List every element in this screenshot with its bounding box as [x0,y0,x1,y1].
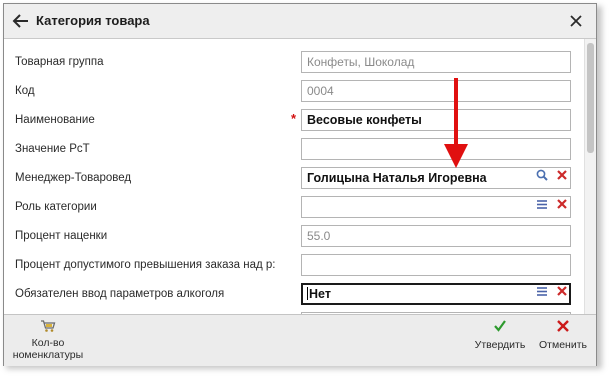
clear-icon[interactable] [556,285,568,297]
vertical-scrollbar[interactable] [584,39,596,314]
alcohol-params-value: Нет [309,287,331,301]
row-order-excess: Процент допустимого превышения заказа на… [4,251,584,280]
cart-icon [41,320,56,332]
cancel-label: Отменить [539,339,587,351]
alcohol-params-select[interactable]: Нет [301,283,571,305]
field-label: Процент наценки [15,230,108,242]
field-label: Наименование [15,114,95,126]
row-alcohol-params: Обязателен ввод параметров алкоголя Нет [4,280,584,309]
order-excess-input[interactable] [301,254,571,276]
row-name: Наименование * Весовые конфеты [4,106,584,135]
field-label: Процент допустимого превышения заказа на… [15,259,276,271]
confirm-label: Утвердить [474,339,526,351]
field-label: Значение РсТ [15,143,90,155]
category-role-input[interactable] [301,196,571,218]
row-product-group: Товарная группа Конфеты, Шоколад [4,48,584,77]
checkmark-icon [494,320,506,332]
footer-toolbar: Кол-во номенклатуры Утвердить Отменить [4,314,596,366]
field-label: Менеджер-Товаровед [15,172,132,184]
close-icon[interactable] [570,15,582,27]
nomenclature-label-line1: Кол-во [31,337,65,349]
row-rst-value: Значение РсТ [4,135,584,164]
row-code: Код 0004 [4,77,584,106]
field-label: Обязателен ввод параметров алкоголя [15,288,225,300]
back-arrow-icon[interactable] [12,13,30,29]
cancel-button[interactable]: Отменить [534,319,592,351]
cross-icon [557,320,569,332]
field-label: Код [15,85,35,97]
title-bar: Категория товара [4,4,596,39]
nomenclature-count-button[interactable]: Кол-во номенклатуры [11,319,85,361]
required-marker: * [291,111,297,126]
confirm-button[interactable]: Утвердить [470,319,530,351]
manager-value: Голицына Наталья Игоревна [307,171,487,185]
clear-icon[interactable] [556,198,568,210]
name-input[interactable]: Весовые конфеты [301,109,571,131]
text-caret [307,287,308,300]
clear-icon[interactable] [556,169,568,181]
field-label: Роль категории [15,201,97,213]
row-manager: Менеджер-Товаровед Голицына Наталья Игор… [4,164,584,193]
form-area: Товарная группа Конфеты, Шоколад Код 000… [4,39,596,314]
manager-input[interactable]: Голицына Наталья Игоревна [301,167,571,189]
row-markup-percent: Процент наценки 55.0 [4,222,584,251]
list-icon[interactable] [536,198,548,210]
field-label: Товарная группа [15,56,104,68]
code-field: 0004 [301,80,571,102]
scrollbar-thumb[interactable] [587,43,594,153]
product-group-field: Конфеты, Шоколад [301,51,571,73]
markup-percent-field: 55.0 [301,225,571,247]
rst-value-input[interactable] [301,138,571,160]
nomenclature-label-line2: номенклатуры [12,349,84,361]
category-dialog: Категория товара Товарная группа Конфеты… [3,3,597,366]
search-icon[interactable] [536,169,548,181]
row-category-role: Роль категории [4,193,584,222]
dialog-title: Категория товара [36,13,150,28]
list-icon[interactable] [536,285,548,297]
